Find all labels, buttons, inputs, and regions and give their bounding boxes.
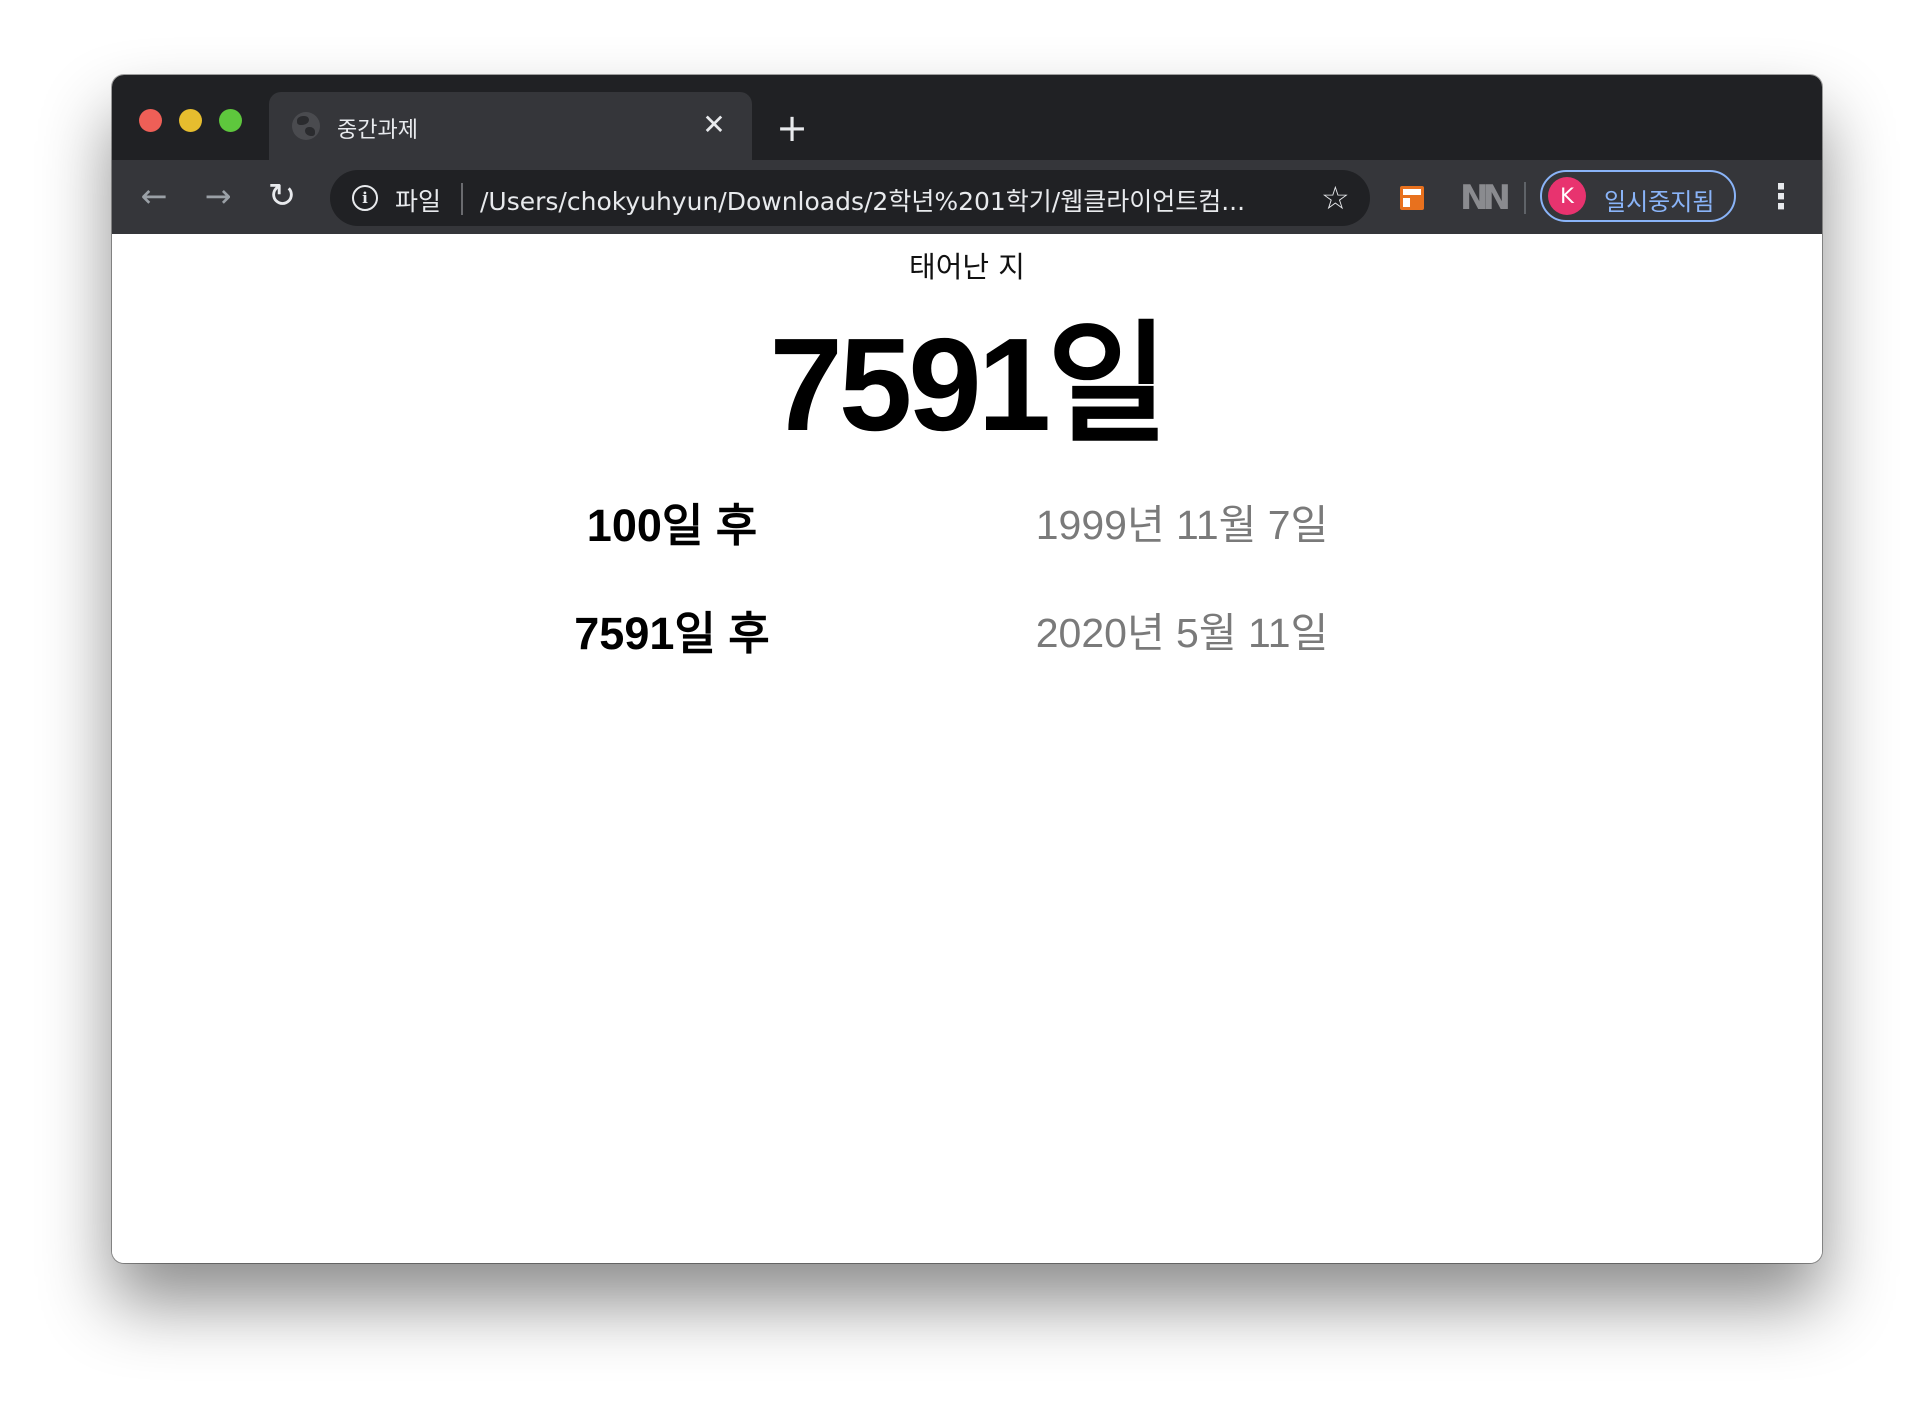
info-icon[interactable]: i bbox=[352, 185, 378, 211]
milestone-date: 1999년 11월 7일 bbox=[1035, 502, 1329, 548]
tab-strip: 중간과제 ✕ + bbox=[112, 75, 1822, 160]
profile-status-label: 일시중지됨 bbox=[1604, 188, 1715, 216]
milestone-label: 7591일 후 bbox=[574, 608, 770, 659]
tab-close-icon[interactable]: ✕ bbox=[699, 110, 729, 140]
scheme-label: 파일 bbox=[395, 187, 442, 216]
back-button[interactable]: ← bbox=[132, 174, 176, 218]
new-tab-button[interactable]: + bbox=[774, 109, 810, 147]
globe-icon bbox=[292, 112, 320, 140]
toolbar-divider bbox=[1524, 182, 1526, 214]
maximize-window-button[interactable] bbox=[219, 109, 242, 132]
more-menu-icon[interactable]: ⋮ bbox=[1764, 175, 1798, 219]
browser-window: 중간과제 ✕ + ← → ↻ i 파일 /Users/chokyuhyun/Do… bbox=[112, 75, 1822, 1263]
close-window-button[interactable] bbox=[139, 109, 162, 132]
profile-button[interactable]: K 일시중지됨 bbox=[1540, 170, 1736, 222]
browser-toolbar: ← → ↻ i 파일 /Users/chokyuhyun/Downloads/2… bbox=[112, 160, 1822, 234]
avatar: K bbox=[1548, 177, 1586, 215]
milestone-label: 100일 후 bbox=[586, 500, 758, 551]
milestone-row: 100일 후 1999년 11월 7일 bbox=[112, 489, 1822, 551]
days-since-birth: 7591일 bbox=[769, 311, 1168, 458]
minimize-window-button[interactable] bbox=[179, 109, 202, 132]
layout-extension-icon[interactable] bbox=[1400, 186, 1424, 210]
milestone-date: 2020년 5월 11일 bbox=[1035, 610, 1329, 656]
tab-title: 중간과제 bbox=[337, 118, 418, 143]
address-divider bbox=[461, 183, 463, 215]
nn-extension-icon[interactable]: NN bbox=[1460, 178, 1511, 218]
page-content: 태어난 지 7591일 100일 후 1999년 11월 7일 7591일 후 … bbox=[112, 234, 1822, 1263]
address-bar[interactable]: i 파일 /Users/chokyuhyun/Downloads/2학년%201… bbox=[330, 170, 1370, 226]
bookmark-star-icon[interactable]: ☆ bbox=[1321, 178, 1350, 218]
url-text[interactable]: /Users/chokyuhyun/Downloads/2학년%201학기/웹클… bbox=[480, 182, 1320, 218]
milestone-row: 7591일 후 2020년 5월 11일 bbox=[112, 597, 1822, 659]
active-tab[interactable]: 중간과제 ✕ bbox=[269, 92, 752, 160]
reload-button[interactable]: ↻ bbox=[260, 174, 304, 218]
forward-button[interactable]: → bbox=[196, 174, 240, 218]
